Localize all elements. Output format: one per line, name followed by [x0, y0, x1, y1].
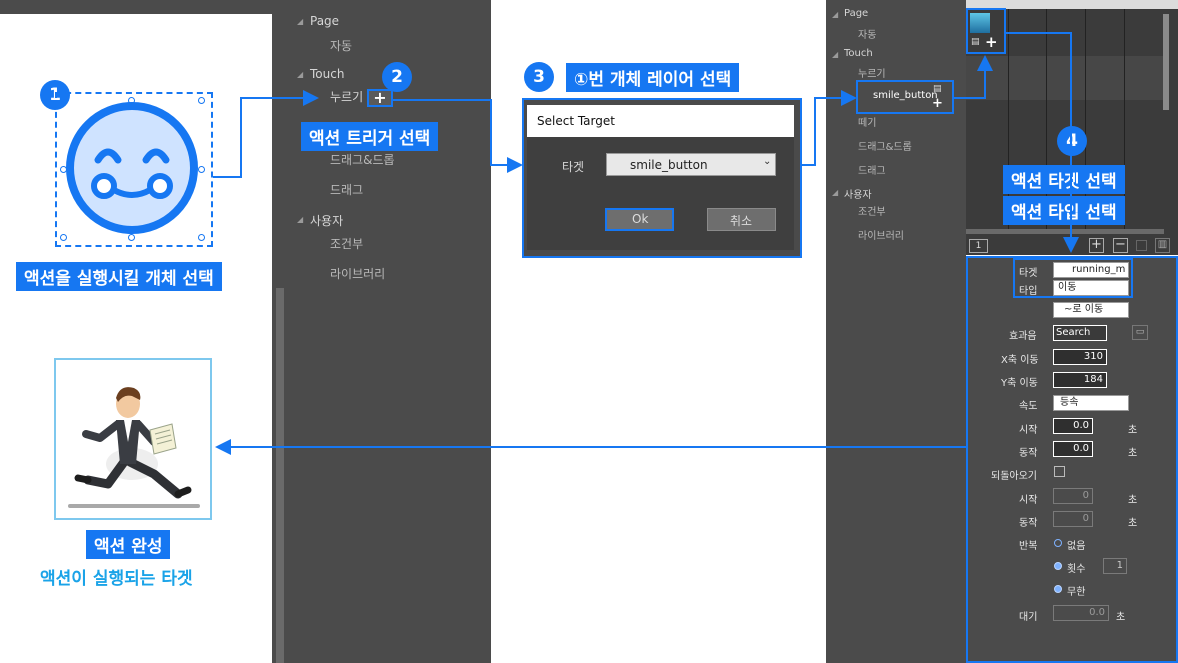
arrow-object-to-trigger	[213, 90, 319, 178]
arrow-dialog-to-chip	[802, 90, 857, 166]
arrow-chip-to-timeline	[954, 55, 993, 99]
arrow-trigger-to-dialog	[393, 99, 523, 173]
connector-arrows	[213, 32, 1079, 455]
arrow-timeline-to-props	[1006, 32, 1079, 253]
